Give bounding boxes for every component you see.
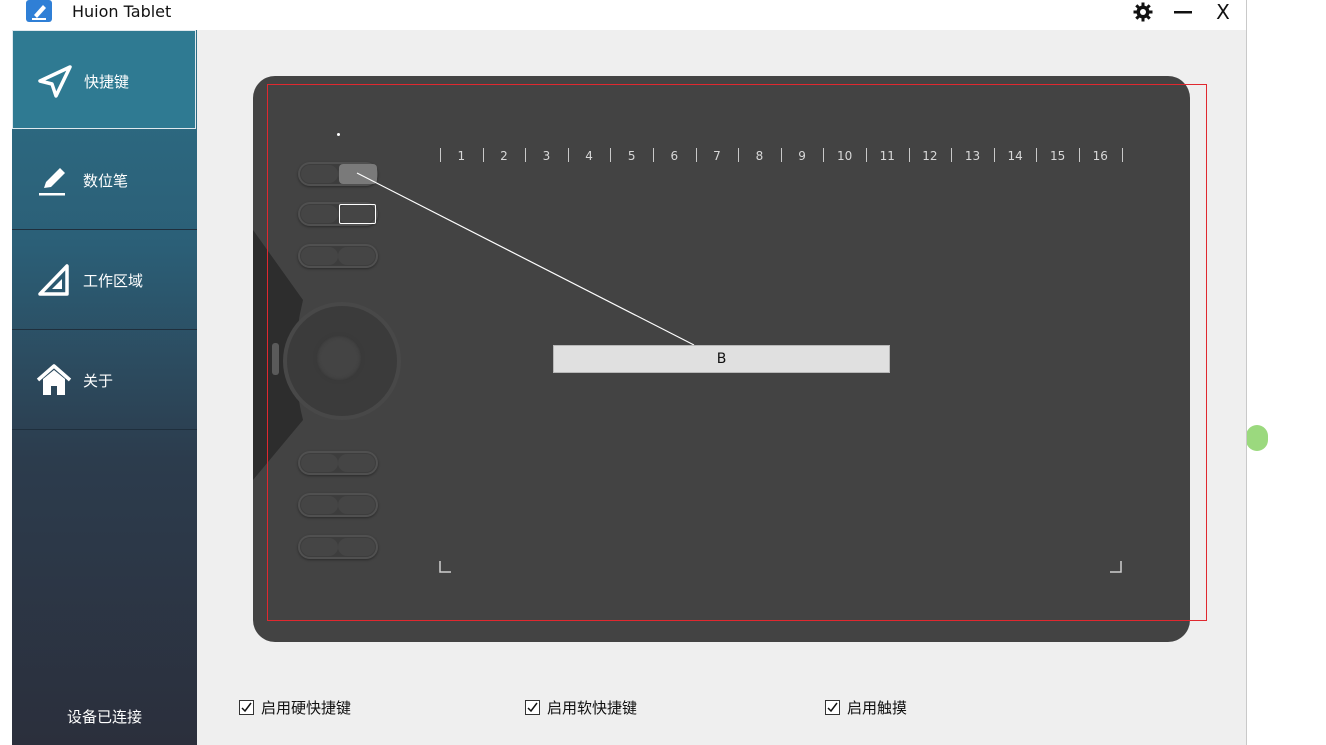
sidebar-item-label: 数位笔 (83, 172, 129, 190)
app-logo-icon (26, 0, 52, 22)
checkbox-label: 启用硬快捷键 (261, 698, 352, 717)
close-button[interactable]: X (1208, 0, 1238, 24)
minimize-button[interactable] (1168, 0, 1198, 24)
sidebar-item-label: 快捷键 (84, 73, 130, 91)
app-window: Huion Tablet X 快捷键 数位笔 工作区域 关于 设备已连接 1 2… (0, 0, 1247, 745)
checkbox-label: 启用触摸 (847, 698, 908, 717)
window-title: Huion Tablet (72, 2, 172, 21)
enable-touch-checkbox[interactable]: 启用触摸 (825, 697, 907, 717)
settings-button[interactable] (1128, 0, 1158, 24)
check-icon (239, 699, 254, 715)
enable-software-shortcuts-checkbox[interactable]: 启用软快捷键 (525, 697, 637, 717)
send-arrow-icon (38, 65, 72, 98)
enable-hardware-shortcuts-checkbox[interactable]: 启用硬快捷键 (239, 697, 351, 717)
active-area-outline (267, 84, 1207, 621)
sidebar-item-pen[interactable]: 数位笔 (12, 130, 197, 230)
pen-icon (39, 168, 65, 196)
sidebar-item-work-area[interactable]: 工作区域 (12, 230, 197, 330)
check-icon (825, 699, 840, 715)
sidebar-item-about[interactable]: 关于 (12, 330, 197, 430)
sidebar-item-label: 工作区域 (83, 272, 144, 290)
minimize-icon (1174, 11, 1192, 14)
check-icon (525, 699, 540, 715)
sidebar-item-shortcuts[interactable]: 快捷键 (12, 30, 196, 129)
home-icon (36, 364, 72, 395)
gear-icon (1133, 2, 1153, 22)
title-bar: Huion Tablet X (0, 0, 1246, 30)
sidebar: 快捷键 数位笔 工作区域 关于 设备已连接 (12, 30, 197, 745)
set-square-icon (38, 264, 69, 296)
checkbox-label: 启用软快捷键 (547, 698, 638, 717)
background-decoration (1246, 425, 1268, 451)
connection-status: 设备已连接 (66, 708, 142, 726)
sidebar-item-label: 关于 (83, 372, 114, 390)
